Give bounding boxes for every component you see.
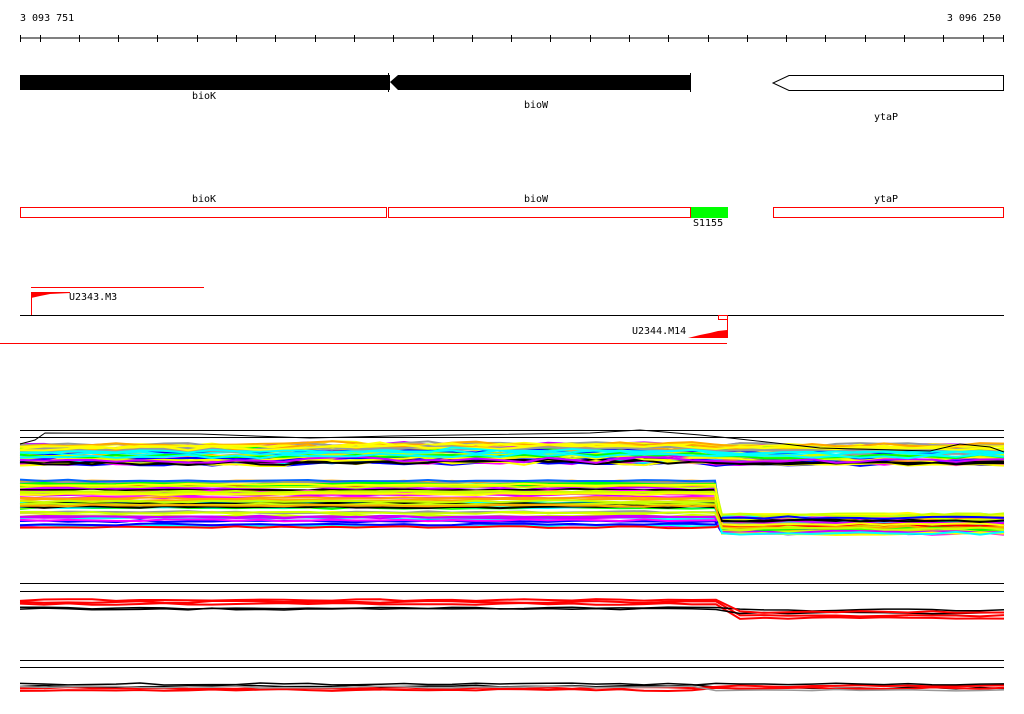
transcript-label-u2344: U2344.M14	[632, 326, 687, 337]
annotation-box-biok[interactable]	[20, 207, 387, 218]
gene-label-biow: bioW	[524, 100, 549, 111]
expression-traces	[19, 429, 1005, 692]
annotation-label-biow: bioW	[524, 194, 549, 205]
annotation-label-ytap: ytaP	[874, 194, 899, 205]
genome-browser-canvas	[0, 35, 1005, 692]
transcript-u2343-profile[interactable]	[31, 292, 70, 298]
gene-arrow-biok[interactable]	[20, 75, 390, 90]
feature-s1155[interactable]	[691, 207, 728, 218]
annotation-label-biok: bioK	[192, 194, 217, 205]
annotation-box-ytap[interactable]	[773, 207, 1004, 218]
gene-arrow-ytap[interactable]	[771, 75, 1004, 91]
gene-label-ytap: ytaP	[874, 112, 899, 123]
ruler-end-label: 3 096 250	[946, 13, 1001, 24]
transcript-u2344-profile[interactable]	[688, 330, 727, 338]
transcript-label-u2343: U2343.M3	[69, 292, 118, 303]
ruler-start-label: 3 093 751	[20, 13, 75, 24]
coordinate-ruler	[20, 35, 1004, 42]
gene-label-biok: bioK	[192, 91, 217, 102]
feature-label-s1155: S1155	[693, 218, 724, 229]
annotation-box-biow[interactable]	[388, 207, 691, 218]
gene-arrow-biow[interactable]	[390, 75, 690, 90]
expression-trace	[19, 598, 1005, 614]
